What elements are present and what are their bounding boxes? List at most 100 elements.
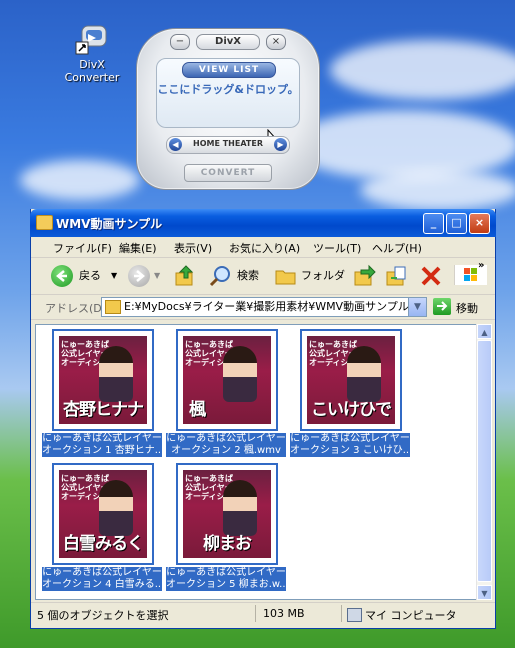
file-thumbnail: にゅーあきば 公式レイヤー オーディション 杏野ヒナナ	[52, 329, 154, 431]
menu-file[interactable]: ファイル(F)	[53, 240, 112, 256]
divx-close-button[interactable]: ×	[266, 34, 286, 50]
caption-line-1: にゅーあきば公式レイヤー	[290, 433, 410, 444]
person-image	[347, 346, 381, 402]
caption-line-1: にゅーあきば公式レイヤー	[166, 567, 286, 578]
scroll-up-button[interactable]: ▲	[477, 324, 492, 339]
search-label: 検索	[237, 269, 259, 282]
caption-line-2: オークション 3 こいけひ...	[290, 445, 410, 456]
drop-panel[interactable]: VIEW LIST ここにドラッグ&ドロップ。	[156, 58, 300, 152]
back-label: 戻る	[79, 269, 101, 282]
address-dropdown-icon[interactable]: ▼	[408, 298, 426, 316]
menu-tools[interactable]: ツール(T)	[313, 240, 361, 256]
menu-view[interactable]: 表示(V)	[174, 240, 212, 256]
file-item[interactable]: にゅーあきば 公式レイヤー オーディション 白雪みるく にゅーあきば公式レイヤー…	[42, 463, 162, 591]
status-divider	[341, 605, 342, 622]
move-to-button[interactable]	[353, 264, 377, 288]
copy-to-icon	[386, 266, 406, 286]
toolbar-overflow-icon[interactable]: »	[478, 260, 484, 271]
drop-hint: ここにドラッグ&ドロップ。	[157, 83, 299, 96]
file-caption[interactable]: にゅーあきば公式レイヤー オークション 3 こいけひ...	[290, 433, 410, 457]
menu-help[interactable]: ヘルプ(H)	[372, 240, 422, 256]
divx-converter-window: − DivX × VIEW LIST ここにドラッグ&ドロップ。 ◀ HOME …	[136, 28, 320, 190]
up-folder-button[interactable]	[173, 264, 197, 288]
file-thumbnail: にゅーあきば 公式レイヤー オーディション 楓	[176, 329, 278, 431]
desktop-icon-label: DivX Converter	[64, 58, 120, 84]
address-bar: アドレス(D) E:¥MyDocs¥ライター業¥撮影用素材¥WMV動画サンプル …	[31, 295, 495, 320]
status-bar: 5 個のオブジェクトを選択 103 MB マイ コンピュータ	[31, 602, 495, 625]
search-icon	[209, 266, 230, 287]
prev-profile-button[interactable]: ◀	[169, 138, 182, 151]
maximize-button[interactable]: □	[446, 213, 467, 234]
caption-line-2: オークション 5 柳まお.w...	[166, 579, 286, 590]
divx-converter-icon	[74, 24, 110, 56]
scroll-thumb[interactable]	[477, 340, 492, 582]
video-frame: にゅーあきば 公式レイヤー オーディション 杏野ヒナナ	[59, 336, 147, 424]
desktop-icon-divx-converter[interactable]: DivX Converter	[60, 24, 124, 84]
minimize-button[interactable]: _	[423, 213, 444, 234]
folders-button[interactable]: フォルダ	[275, 264, 345, 288]
toolbar: 戻る ▼ ▼ 検索 フォルダ »	[31, 258, 495, 295]
person-image	[223, 480, 257, 536]
menu-favorites[interactable]: お気に入り(A)	[229, 240, 300, 256]
profile-label: HOME THEATER	[193, 139, 263, 148]
file-item[interactable]: にゅーあきば 公式レイヤー オーディション 柳まお にゅーあきば公式レイヤー オ…	[166, 463, 286, 591]
menu-bar: ファイル(F) 編集(E) 表示(V) お気に入り(A) ツール(T) ヘルプ(…	[31, 237, 495, 285]
scroll-down-button[interactable]: ▼	[477, 585, 492, 600]
folder-icon	[36, 215, 53, 230]
file-item[interactable]: にゅーあきば 公式レイヤー オーディション こいけひで にゅーあきば公式レイヤー…	[290, 329, 410, 457]
video-frame: にゅーあきば 公式レイヤー オーディション こいけひで	[307, 336, 395, 424]
back-button[interactable]: 戻る ▼	[51, 264, 121, 288]
file-list-pane[interactable]: にゅーあきば 公式レイヤー オーディション 杏野ヒナナ にゅーあきば公式レイヤー…	[35, 324, 477, 600]
forward-dropdown-icon[interactable]: ▼	[154, 264, 160, 288]
file-caption[interactable]: にゅーあきば公式レイヤー オークション 1 杏野ヒナ...	[42, 433, 162, 457]
go-arrow-icon[interactable]	[433, 298, 451, 315]
divx-logo: DivX	[196, 34, 260, 50]
file-thumbnail: にゅーあきば 公式レイヤー オーディション 白雪みるく	[52, 463, 154, 565]
back-arrow-icon	[51, 265, 73, 287]
move-to-icon	[354, 264, 376, 286]
convert-button[interactable]: CONVERT	[184, 164, 272, 182]
cloud	[290, 110, 515, 180]
file-item[interactable]: にゅーあきば 公式レイヤー オーディション 杏野ヒナナ にゅーあきば公式レイヤー…	[42, 329, 162, 457]
folders-icon	[275, 270, 296, 285]
vertical-scrollbar[interactable]: ▲ ▼	[476, 324, 492, 600]
address-input[interactable]: E:¥MyDocs¥ライター業¥撮影用素材¥WMV動画サンプル ▼	[101, 297, 427, 317]
caption-line-2: オークション 1 杏野ヒナ...	[42, 445, 162, 456]
file-thumbnail: にゅーあきば 公式レイヤー オーディション 柳まお	[176, 463, 278, 565]
go-button[interactable]: 移動	[456, 300, 478, 316]
file-caption[interactable]: にゅーあきば公式レイヤー オークション 4 白雪みる...	[42, 567, 162, 591]
back-dropdown-icon[interactable]: ▼	[111, 264, 117, 288]
cloud	[330, 40, 515, 100]
forward-arrow-icon	[128, 265, 150, 287]
copy-to-button[interactable]	[385, 264, 409, 288]
up-folder-icon	[175, 265, 194, 286]
file-caption[interactable]: にゅーあきば公式レイヤー オークション 5 柳まお.w...	[166, 567, 286, 591]
search-button[interactable]: 検索	[209, 264, 269, 288]
caption-line-1: にゅーあきば公式レイヤー	[42, 433, 162, 444]
forward-button[interactable]: ▼	[128, 264, 160, 288]
caption-line-1: にゅーあきば公式レイヤー	[42, 567, 162, 578]
title-bar[interactable]: WMV動画サンプル _ □ ×	[30, 209, 496, 237]
thumbnail-name: 白雪みるく	[63, 534, 144, 554]
cloud	[20, 160, 140, 200]
status-divider	[255, 605, 256, 622]
thumbnail-name: 楓	[189, 400, 206, 420]
folder-icon	[105, 300, 121, 314]
file-caption[interactable]: にゅーあきば公式レイヤー オークション 2 楓.wmv	[166, 433, 286, 457]
address-value: E:¥MyDocs¥ライター業¥撮影用素材¥WMV動画サンプル	[124, 300, 409, 313]
divx-minimize-button[interactable]: −	[170, 34, 190, 50]
menu-edit[interactable]: 編集(E)	[119, 240, 157, 256]
video-frame: にゅーあきば 公式レイヤー オーディション 白雪みるく	[59, 470, 147, 558]
delete-button[interactable]	[419, 264, 443, 288]
file-thumbnail: にゅーあきば 公式レイヤー オーディション こいけひで	[300, 329, 402, 431]
folders-label: フォルダ	[301, 269, 345, 282]
caption-line-1: にゅーあきば公式レイヤー	[166, 433, 286, 444]
person-image	[99, 346, 133, 402]
status-selection: 5 個のオブジェクトを選択	[37, 609, 169, 622]
next-profile-button[interactable]: ▶	[274, 138, 287, 151]
computer-icon	[347, 608, 362, 622]
view-list-button[interactable]: VIEW LIST	[182, 62, 276, 78]
file-item[interactable]: にゅーあきば 公式レイヤー オーディション 楓 にゅーあきば公式レイヤー オーク…	[166, 329, 286, 457]
person-image	[223, 346, 257, 402]
close-button[interactable]: ×	[469, 213, 490, 234]
